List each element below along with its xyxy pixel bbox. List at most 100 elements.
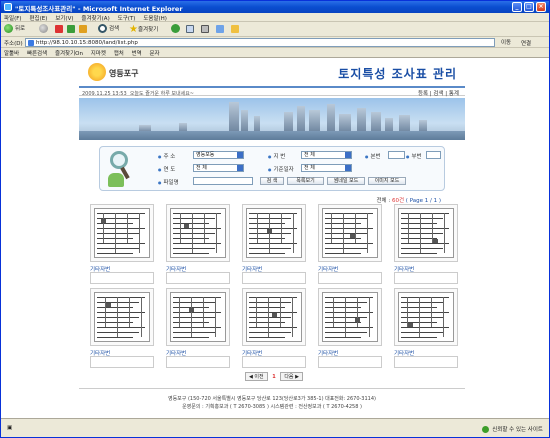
document-thumbnail[interactable] [242, 288, 306, 346]
title-bar: "토지특성조사표관리" - Microsoft Internet Explore… [1, 1, 549, 13]
caption-box [242, 356, 306, 368]
caption-box [90, 356, 154, 368]
base-date-select[interactable]: 전 체 [301, 164, 352, 172]
discuss-button[interactable] [231, 24, 241, 35]
link-quick-search[interactable]: 빠른검색 [24, 48, 50, 58]
window-title: "토지특성조사표관리" - Microsoft Internet Explore… [15, 5, 183, 13]
document-thumbnail[interactable] [394, 204, 458, 262]
top-nav[interactable]: 등록 | 검색 | 통계 [418, 89, 459, 97]
image-mode-button[interactable]: 이미지 모드 [368, 177, 406, 185]
favorites-button[interactable]: ★즐겨찾기 [129, 24, 158, 35]
folder-icon [231, 24, 239, 33]
year-select[interactable]: 전 체 [193, 164, 244, 172]
star-icon: ★ [129, 24, 138, 35]
home-icon [79, 24, 87, 33]
menu-favorites[interactable]: 즐겨찾기(A) [78, 13, 112, 22]
security-zone: 신뢰할 수 있는 사이트 [482, 425, 543, 433]
web-page: 영등포구 토지특성 조사표 관리 2009.11.25 13:53 오늘도 즐거… [79, 58, 465, 418]
stop-button[interactable] [55, 24, 65, 35]
link-sms[interactable]: 문자 [146, 48, 162, 58]
menu-edit[interactable]: 편집(E) [27, 13, 51, 22]
print-icon [201, 24, 209, 33]
prev-page-button[interactable]: ◀ 이전 [245, 372, 268, 381]
footer: 영등포구 (150-720 서울특별시 영등포구 당산로 123(당산로3가 3… [79, 388, 465, 416]
page-icon: ▣ [7, 425, 13, 431]
footer-address: 영등포구 (150-720 서울특별시 영등포구 당산로 123(당산로3가 3… [167, 396, 376, 402]
stop-icon [55, 24, 63, 33]
menu-bar: 파일(F) 편집(E) 보기(V) 즐겨찾기(A) 도구(T) 도움말(H) [1, 13, 549, 22]
refresh-button[interactable] [67, 24, 77, 35]
link-favorites-on[interactable]: 즐겨찾기On [52, 48, 86, 58]
forward-button[interactable] [39, 24, 50, 35]
document-thumbnail[interactable] [166, 204, 230, 262]
caption-box [242, 272, 306, 284]
address-label: 주소(D) [4, 41, 23, 47]
page-content: 영등포구 토지특성 조사표 관리 2009.11.25 13:53 오늘도 즐거… [1, 58, 549, 418]
print-button[interactable] [201, 24, 211, 35]
next-page-button[interactable]: 다음 ▶ [280, 372, 303, 381]
filename-input[interactable] [193, 177, 253, 185]
menu-tools[interactable]: 도구(T) [115, 13, 139, 22]
footer-contact: 운영문의 : 기획홍보과 ( T 2670-3085 ) 시스템관련 : 전산정… [182, 404, 362, 410]
close-button[interactable]: × [536, 2, 546, 12]
forward-arrow-icon [39, 24, 48, 33]
bonbeon-label: 본번 [365, 152, 381, 160]
document-thumbnail[interactable] [166, 288, 230, 346]
bonbeon-input[interactable] [388, 151, 405, 159]
jibeon-label: 지 번 [268, 152, 286, 160]
thumbnail-mode-button[interactable]: 썸네일 모드 [327, 177, 365, 185]
bubeon-input[interactable] [426, 151, 441, 159]
minimize-button[interactable]: _ [512, 2, 522, 12]
year-label: 연 도 [158, 165, 176, 173]
document-thumbnail[interactable] [318, 288, 382, 346]
document-thumbnail[interactable] [318, 204, 382, 262]
link-gmarket[interactable]: 지마켓 [88, 48, 109, 58]
document-thumbnail[interactable] [90, 204, 154, 262]
document-thumbnail[interactable] [394, 288, 458, 346]
dong-select[interactable]: 영등포동 [193, 151, 244, 159]
link-altoolbar[interactable]: 알툴바 [1, 48, 22, 58]
history-button[interactable] [171, 24, 182, 35]
toolbar: 뒤로 검색 ★즐겨찾기 [1, 22, 549, 37]
jibeon-select[interactable]: 전 체 [301, 151, 352, 159]
menu-file[interactable]: 파일(F) [1, 13, 25, 22]
address-input[interactable]: http://98.10.10.15:8080/land/list.php [25, 38, 495, 47]
links-bar: 알툴바 빠른검색 즐겨찾기On 지마켓 캡처 번역 문자 [1, 48, 549, 58]
mail-icon [186, 24, 194, 33]
info-row: 2009.11.25 13:53 오늘도 즐거운 하루 보내세요~ 등록 | 검… [79, 86, 465, 97]
search-submit-button[interactable]: 검 색 [260, 177, 284, 185]
maximize-button[interactable]: □ [524, 2, 534, 12]
filename-label: 파일명 [158, 178, 179, 186]
magnifier-illustration-icon [106, 151, 134, 187]
back-arrow-icon [4, 24, 13, 33]
edit-button[interactable] [216, 24, 226, 35]
base-date-label: 기준일자 [268, 165, 294, 173]
current-page[interactable]: 1 [269, 374, 278, 380]
mail-button[interactable] [186, 24, 196, 35]
menu-help[interactable]: 도움말(H) [140, 13, 170, 22]
document-thumbnail[interactable] [242, 204, 306, 262]
links-toggle[interactable]: 연결 [521, 39, 531, 47]
document-thumbnail[interactable] [90, 288, 154, 346]
page-title: 토지특성 조사표 관리 [338, 67, 457, 81]
link-translate[interactable]: 번역 [129, 48, 145, 58]
menu-view[interactable]: 보기(V) [52, 13, 76, 22]
link-capture[interactable]: 캡처 [111, 48, 127, 58]
dong-label: 주 소 [158, 152, 176, 160]
search-icon [98, 24, 107, 33]
ie-icon [4, 3, 12, 11]
go-button[interactable]: 이동 [501, 38, 511, 46]
address-bar: 주소(D) http://98.10.10.15:8080/land/list.… [1, 37, 549, 48]
search-button[interactable]: 검색 [98, 24, 119, 35]
home-button[interactable] [79, 24, 89, 35]
caption-box [394, 272, 458, 284]
edit-icon [216, 24, 224, 33]
back-button[interactable]: 뒤로 [4, 24, 25, 35]
datetime-text: 2009.11.25 13:53 오늘도 즐거운 하루 보내세요~ [82, 91, 194, 97]
list-view-button[interactable]: 목록보기 [287, 177, 324, 185]
caption-box [318, 272, 382, 284]
brand-name: 영등포구 [109, 69, 139, 78]
caption-box [166, 272, 230, 284]
bubeon-label: 부번 [406, 152, 422, 160]
caption-box [90, 272, 154, 284]
